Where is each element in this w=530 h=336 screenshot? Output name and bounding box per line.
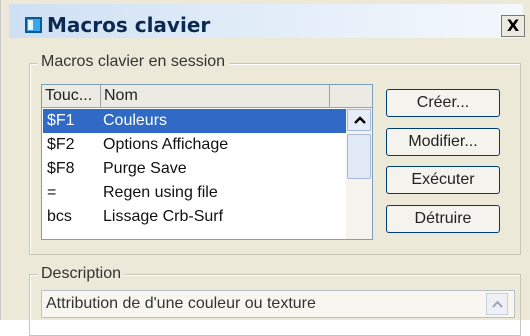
modify-button[interactable]: Modifier... [386, 128, 500, 156]
list-scrollbar[interactable] [346, 108, 372, 239]
row-name: Lissage Crb-Surf [103, 208, 224, 225]
macros-list[interactable]: Touc... Nom $F1 Couleurs $F2 Options Aff… [41, 84, 373, 240]
column-header-name[interactable]: Nom [101, 85, 330, 108]
table-row[interactable]: bcs Lissage Crb-Surf [43, 205, 346, 229]
chevron-up-icon [354, 116, 366, 124]
row-name: Regen using file [103, 184, 218, 201]
table-row[interactable]: $F8 Purge Save [43, 157, 346, 181]
app-window-icon [25, 17, 42, 33]
close-button[interactable]: X [501, 15, 525, 37]
destroy-button[interactable]: Détruire [386, 205, 500, 233]
row-name: Purge Save [103, 160, 187, 177]
scroll-thumb[interactable] [347, 134, 371, 179]
table-row[interactable]: $F2 Options Affichage [43, 133, 346, 157]
chevron-up-icon [492, 300, 503, 308]
row-key: $F2 [47, 136, 75, 153]
description-group-label: Description [37, 265, 126, 283]
execute-button[interactable]: Exécuter [386, 166, 500, 194]
description-scroll-up-button[interactable] [486, 293, 508, 315]
create-button[interactable]: Créer... [386, 89, 500, 117]
title-bar[interactable]: Macros clavier X [9, 4, 525, 38]
row-name: Couleurs [103, 112, 168, 129]
window-title: Macros clavier [47, 13, 211, 37]
column-header-key[interactable]: Touc... [42, 85, 101, 108]
row-name: Options Affichage [103, 136, 229, 153]
description-text: Attribution de d'une couleur ou texture [46, 295, 316, 312]
column-header-extra[interactable] [330, 85, 372, 108]
macros-dialog: Macros clavier X Macros clavier en sessi… [0, 0, 530, 336]
description-field[interactable]: Attribution de d'une couleur ou texture [41, 290, 515, 318]
table-row[interactable]: $F1 Couleurs [43, 109, 346, 133]
table-row[interactable]: = Regen using file [43, 181, 346, 205]
session-macros-group-label: Macros clavier en session [37, 53, 230, 71]
row-key: $F8 [47, 160, 75, 177]
row-key: $F1 [47, 112, 75, 129]
scroll-up-button[interactable] [347, 109, 371, 131]
row-key: bcs [47, 208, 72, 225]
row-key: = [47, 184, 57, 201]
